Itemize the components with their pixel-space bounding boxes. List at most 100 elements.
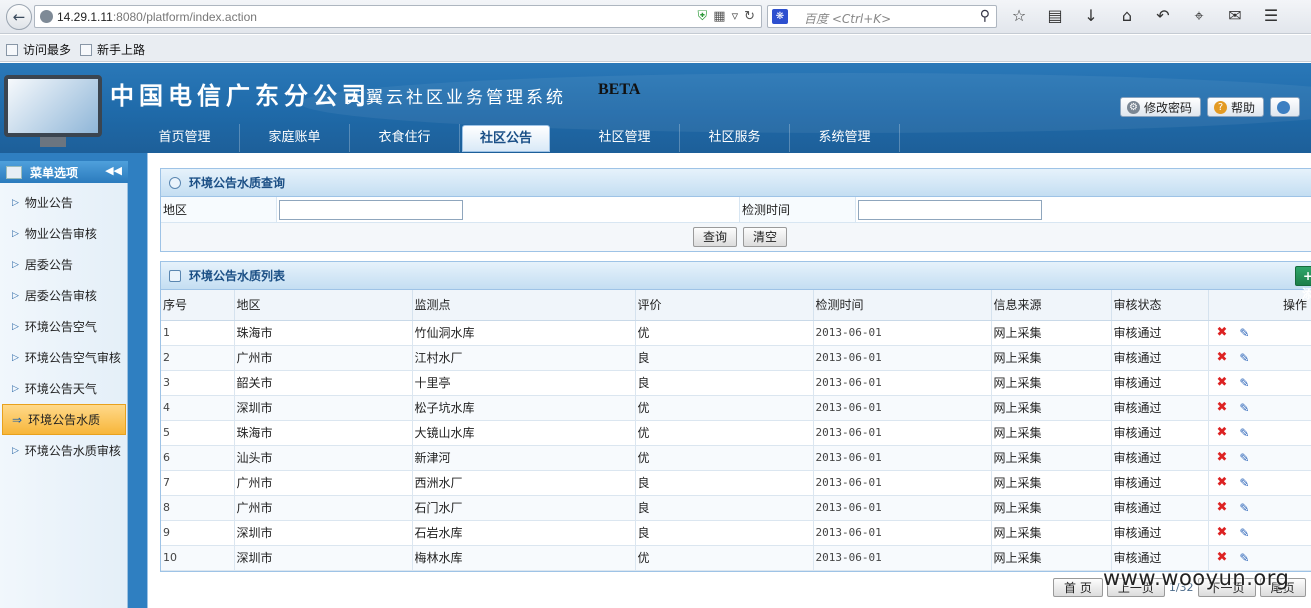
search-icon[interactable]: ⚲ bbox=[980, 8, 990, 24]
cell-index: 9 bbox=[161, 520, 235, 546]
clipboard-icon[interactable]: ▤ bbox=[1044, 6, 1066, 26]
pencil-icon[interactable]: ✎ bbox=[1239, 401, 1249, 415]
cell-actions: ✖ ✎ bbox=[1208, 345, 1311, 371]
bookmark-most-visited[interactable]: 访问最多 bbox=[6, 41, 71, 58]
tab-community-notice[interactable]: 社区公告 bbox=[462, 125, 550, 152]
clear-button[interactable]: 清空 bbox=[743, 227, 788, 247]
tab-community-service[interactable]: 社区服务 bbox=[680, 124, 790, 152]
bookmark-icon bbox=[80, 43, 92, 56]
pencil-icon[interactable]: ✎ bbox=[1239, 426, 1249, 440]
cell-review-status: 审核通过 bbox=[1111, 445, 1209, 471]
tab-family-bill[interactable]: 家庭账单 bbox=[240, 124, 350, 152]
star-icon[interactable]: ☆ bbox=[1008, 6, 1030, 26]
bookmark-icon bbox=[6, 43, 18, 56]
cell-review-status: 审核通过 bbox=[1111, 395, 1209, 421]
tab-home[interactable]: 首页管理 bbox=[130, 124, 240, 152]
tab-living[interactable]: 衣食住行 bbox=[350, 124, 460, 152]
region-input[interactable] bbox=[279, 200, 464, 220]
delete-icon[interactable]: ✖ bbox=[1217, 425, 1228, 440]
exit-button[interactable] bbox=[1270, 97, 1301, 117]
cell-monitor-point: 松子坑水库 bbox=[412, 395, 636, 421]
delete-icon[interactable]: ✖ bbox=[1217, 375, 1228, 390]
back-arrow-icon[interactable]: ← bbox=[6, 4, 32, 30]
browser-toolbar: ← 14.29.1.11:8080/platform/index.action … bbox=[0, 0, 1311, 34]
chat-icon[interactable]: ✉ bbox=[1224, 6, 1246, 26]
collapse-icon[interactable]: ◀◀ bbox=[105, 164, 122, 177]
delete-icon[interactable]: ✖ bbox=[1217, 475, 1228, 490]
address-bar[interactable]: 14.29.1.11:8080/platform/index.action ⛨ … bbox=[34, 5, 762, 28]
sidebar-item-committee-notice-review[interactable]: ▷ 居委公告审核 bbox=[0, 280, 128, 311]
pencil-icon[interactable]: ✎ bbox=[1239, 326, 1249, 340]
cell-review-status: 审核通过 bbox=[1111, 520, 1209, 546]
cell-detect-time: 2013-06-01 bbox=[813, 345, 992, 371]
paw-icon[interactable]: ❋ bbox=[772, 9, 788, 24]
system-title: 天翼云社区业务管理系统 bbox=[346, 88, 566, 108]
cell-index: 7 bbox=[161, 470, 235, 496]
pencil-icon[interactable]: ✎ bbox=[1239, 476, 1249, 490]
query-panel: 环境公告水质查询 地区 检测时间 查询 清空 bbox=[160, 168, 1311, 252]
bookmark-getting-started[interactable]: 新手上路 bbox=[80, 41, 145, 58]
search-input[interactable]: ❋ 百度 <Ctrl+K> ⚲ bbox=[767, 5, 997, 28]
delete-icon[interactable]: ✖ bbox=[1217, 550, 1228, 565]
region-label: 地区 bbox=[161, 197, 278, 222]
delete-icon[interactable]: ✖ bbox=[1217, 525, 1228, 540]
sidebar-item-air-notice[interactable]: ▷ 环境公告空气 bbox=[0, 311, 128, 342]
pencil-icon[interactable]: ✎ bbox=[1239, 376, 1249, 390]
delete-icon[interactable]: ✖ bbox=[1217, 325, 1228, 340]
delete-icon[interactable]: ✖ bbox=[1217, 400, 1228, 415]
cell-monitor-point: 西洲水厂 bbox=[412, 470, 636, 496]
change-password-button[interactable]: ⚙ 修改密码 bbox=[1120, 97, 1202, 117]
sidebar-item-water-notice-review[interactable]: ▷ 环境公告水质审核 bbox=[0, 435, 128, 466]
cell-actions: ✖ ✎ bbox=[1208, 320, 1311, 346]
undo-icon[interactable]: ↶ bbox=[1152, 6, 1174, 26]
col-rating: 评价 bbox=[635, 290, 814, 321]
cell-detect-time: 2013-06-01 bbox=[813, 445, 992, 471]
download-icon[interactable]: ↓ bbox=[1080, 6, 1102, 26]
tab-community-management[interactable]: 社区管理 bbox=[570, 124, 680, 152]
shield-icon[interactable]: ⛨ bbox=[698, 9, 708, 24]
cell-index: 10 bbox=[161, 545, 235, 571]
delete-icon[interactable]: ✖ bbox=[1217, 350, 1228, 365]
menu-icon[interactable]: ☰ bbox=[1260, 6, 1282, 26]
pencil-icon[interactable]: ✎ bbox=[1239, 351, 1249, 365]
sidebar-item-property-notice[interactable]: ▷ 物业公告 bbox=[0, 187, 128, 218]
dropdown-arrow-icon[interactable]: ▿ bbox=[732, 9, 739, 24]
help-button[interactable]: ? 帮助 bbox=[1207, 97, 1265, 117]
cell-index: 2 bbox=[161, 345, 235, 371]
sidebar-item-air-notice-review[interactable]: ▷ 环境公告空气审核 bbox=[0, 342, 128, 373]
sidebar-item-weather-notice[interactable]: ▷ 环境公告天气 bbox=[0, 373, 128, 404]
col-source: 信息来源 bbox=[991, 290, 1112, 321]
sidebar-item-water-notice[interactable]: ⇒ 环境公告水质 bbox=[2, 404, 126, 435]
tab-system-management[interactable]: 系统管理 bbox=[790, 124, 900, 152]
table-row: 8 广州市 石门水厂良 2013-06-01 网上采集 审核通过 ✖ ✎ bbox=[161, 495, 1311, 521]
first-page-button[interactable]: 首 页 bbox=[1053, 578, 1103, 597]
cell-rating: 良 bbox=[635, 370, 814, 396]
cell-detect-time: 2013-06-01 bbox=[813, 395, 992, 421]
query-button[interactable]: 查询 bbox=[692, 227, 737, 247]
pencil-icon[interactable]: ✎ bbox=[1239, 501, 1249, 515]
cell-actions: ✖ ✎ bbox=[1208, 420, 1311, 446]
detect-time-input[interactable] bbox=[858, 200, 1043, 220]
sidebar-item-committee-notice[interactable]: ▷ 居委公告 bbox=[0, 249, 128, 280]
delete-icon[interactable]: ✖ bbox=[1217, 450, 1228, 465]
pencil-icon[interactable]: ✎ bbox=[1239, 526, 1249, 540]
gear-icon: ⚙ bbox=[1127, 100, 1140, 114]
pencil-icon[interactable]: ✎ bbox=[1239, 551, 1249, 565]
triangle-icon: ▷ bbox=[12, 383, 19, 394]
cell-rating: 优 bbox=[635, 395, 814, 421]
main-nav: 首页管理 家庭账单 衣食住行 社区公告 社区管理 社区服务 系统管理 bbox=[130, 124, 900, 152]
cell-detect-time: 2013-06-01 bbox=[813, 520, 992, 546]
cell-detect-time: 2013-06-01 bbox=[813, 470, 992, 496]
crop-icon[interactable]: ⌖ bbox=[1188, 6, 1210, 26]
delete-icon[interactable]: ✖ bbox=[1217, 500, 1228, 515]
cell-actions: ✖ ✎ bbox=[1208, 445, 1311, 471]
reload-icon[interactable]: ↻ bbox=[744, 9, 755, 24]
qr-code-icon[interactable]: ▦ bbox=[713, 9, 725, 24]
home-icon[interactable]: ⌂ bbox=[1116, 6, 1138, 26]
cell-detect-time: 2013-06-01 bbox=[813, 420, 992, 446]
pencil-icon[interactable]: ✎ bbox=[1239, 451, 1249, 465]
table-row: 4 深圳市 松子坑水库优 2013-06-01 网上采集 审核通过 ✖ ✎ bbox=[161, 395, 1311, 421]
cell-monitor-point: 石岩水库 bbox=[412, 520, 636, 546]
sidebar-item-property-notice-review[interactable]: ▷ 物业公告审核 bbox=[0, 218, 128, 249]
add-button[interactable]: + 添 bbox=[1295, 266, 1311, 301]
